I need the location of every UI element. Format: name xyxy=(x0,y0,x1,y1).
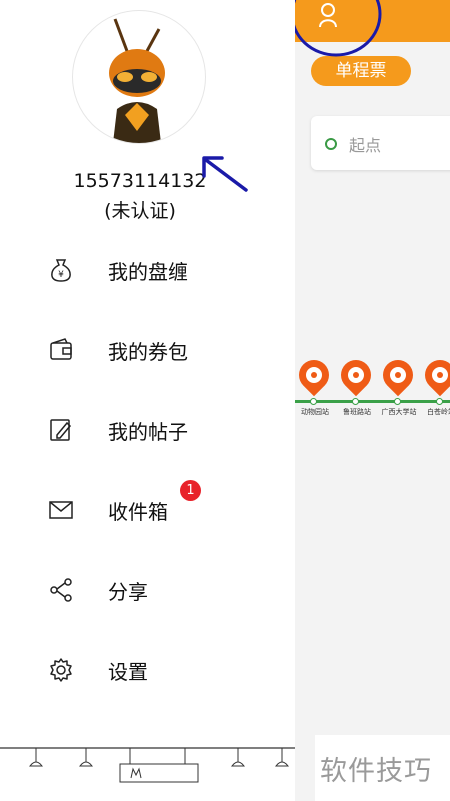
menu-item-inbox[interactable]: 收件箱 1 xyxy=(0,480,295,540)
menu-item-share[interactable]: 分享 xyxy=(0,560,295,620)
menu-label: 设置 xyxy=(108,660,148,684)
post-edit-icon xyxy=(48,417,74,443)
ant-mascot-icon xyxy=(109,18,165,143)
main-screen: 单程票 起点 动物园站 鲁班路站 广西大学站 白苍岭站 xyxy=(295,0,450,801)
avatar[interactable] xyxy=(72,10,206,144)
verification-status: (未认证) xyxy=(104,200,176,222)
menu-label: 我的券包 xyxy=(108,340,188,364)
mail-icon xyxy=(48,497,74,523)
menu-label: 我的盘缠 xyxy=(108,260,188,284)
unread-badge: 1 xyxy=(180,480,201,501)
start-station-field[interactable]: 起点 xyxy=(311,116,450,170)
watermark: 软件技巧 xyxy=(315,735,450,801)
side-drawer: 15573114132 (未认证) ¥ 我的盘缠 我的券包 我的帖子 收件箱 1 xyxy=(0,0,295,801)
station-name: 鲁班路站 xyxy=(343,408,371,416)
start-placeholder: 起点 xyxy=(349,136,382,155)
menu-label: 我的帖子 xyxy=(108,420,188,444)
menu-item-settings[interactable]: 设置 xyxy=(0,640,295,700)
svg-text:¥: ¥ xyxy=(58,270,64,280)
watermark-text: 软件技巧 xyxy=(320,756,432,787)
metro-route-line xyxy=(295,400,450,403)
station-name: 白苍岭站 xyxy=(427,408,450,416)
menu-label: 分享 xyxy=(108,580,148,604)
station-name: 广西大学站 xyxy=(381,408,417,416)
start-dot-icon xyxy=(325,138,337,150)
annotation-arrow xyxy=(202,156,248,192)
menu-label: 收件箱 xyxy=(108,500,168,524)
menu-item-money[interactable]: ¥ 我的盘缠 xyxy=(0,240,295,300)
money-bag-icon: ¥ xyxy=(48,257,74,283)
annotation-circle xyxy=(290,0,382,57)
menu-item-posts[interactable]: 我的帖子 xyxy=(0,400,295,460)
tab-single-ticket[interactable]: 单程票 xyxy=(311,56,411,86)
gear-icon xyxy=(48,657,74,683)
menu-item-coupons[interactable]: 我的券包 xyxy=(0,320,295,380)
wallet-icon xyxy=(48,337,74,363)
share-icon xyxy=(48,577,74,603)
metro-decoration xyxy=(0,747,295,783)
